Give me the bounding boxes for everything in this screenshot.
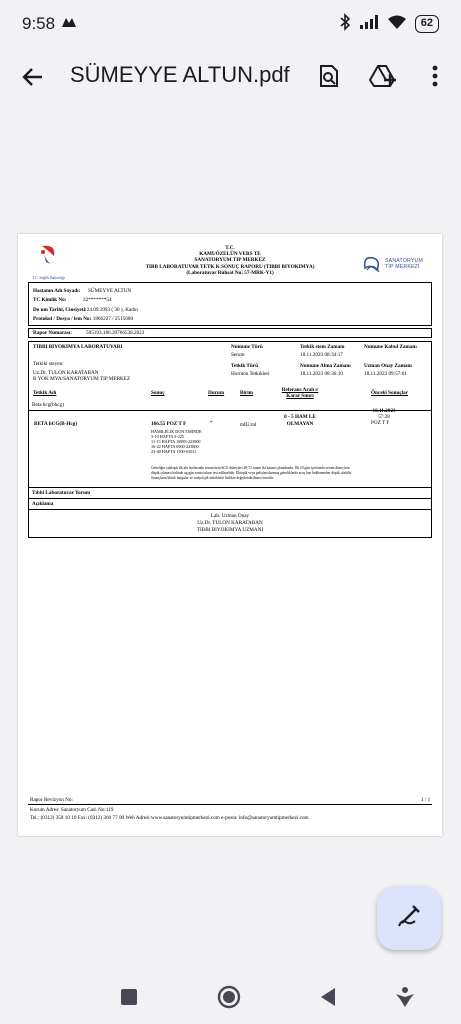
column-result: Sonuç — [151, 390, 165, 396]
section-divider — [28, 498, 432, 499]
hospital-logo-text: SANATORYUM TIP MERKEZİ — [385, 258, 424, 270]
test-type: Hormon Tetkikleri — [231, 371, 270, 377]
approval-line-1: Lab. Uzman Onay — [210, 513, 250, 519]
status-bar: 9:58 62 — [0, 0, 461, 48]
pregnancy-row: 23-40 HAFTA 1500-63011 — [151, 449, 197, 454]
approval-line-2: Uz.Dr. TULON KARATABAN — [197, 520, 263, 526]
protocol-label: Protokol / Dosya / lem No: — [33, 316, 92, 322]
sample-type-label: Numune Türü — [231, 344, 263, 350]
report-number-value: 505193.186.20766538.2023 — [86, 330, 145, 336]
test-type-label: Tetkik Türü — [231, 363, 258, 369]
reference-range-2: OLMAYAN — [286, 421, 314, 427]
status-time: 9:58 — [22, 14, 56, 33]
approval-line-3: TIBBI BIYOKIMYA UZMANI — [196, 527, 264, 533]
accept-time-label: Numune Kabul Zamanı — [364, 344, 417, 350]
column-reference-2: Karar Sınırı — [286, 393, 314, 399]
explanation-label: Açıklama — [32, 501, 54, 507]
pen-icon — [396, 903, 422, 934]
reference-range-1: 0 - 5 HAM LE — [284, 414, 316, 420]
approve-time: 18.11.2023 09:57:01 — [364, 371, 407, 377]
recents-icon[interactable] — [114, 982, 144, 1012]
header-line-5: (Laboratuvar Ruhsat No: 57-MRK-Y1) — [186, 270, 274, 276]
footer-address: Kurum Adres: Sanatoryum Cad. No:119 — [30, 807, 114, 813]
lab-comment-label: Tıbbi Laboratuvar Yorum — [32, 490, 91, 496]
sample-time: 18.11.2023 08:36:10 — [300, 371, 343, 377]
column-status: Durum — [208, 390, 225, 396]
sample-type: Serum — [231, 352, 245, 358]
ministry-logo-text: T.C. Sağlık Bakanlığı — [32, 276, 65, 280]
test-unit: mIU/ml — [240, 422, 257, 428]
wifi-icon — [387, 14, 407, 35]
app-bar: SÜMEYYE ALTUN.pdf — [0, 48, 461, 104]
lab-report: T.C. Sağlık Bakanlığı SANATORYUM TIP MER… — [18, 234, 442, 836]
request-time-label: Tetkik stem Zamanı — [300, 344, 345, 350]
report-number-label: Rapor Numarası: — [33, 330, 72, 336]
dob-value: : 24.09.1993 ( 30 ), Kadın — [84, 307, 138, 313]
back-triangle-icon[interactable] — [313, 982, 343, 1012]
search-document-icon[interactable] — [314, 61, 344, 91]
document-title: SÜMEYYE ALTUN.pdf — [70, 62, 290, 87]
section-divider — [28, 509, 432, 510]
patient-name: SÜMEYYE ALTUN — [88, 288, 132, 294]
column-previous: Önceki Sonuçlar — [371, 390, 409, 396]
section-divider — [28, 487, 432, 488]
footer-contact: Tel.: (0312) 358 10 10 Fax: (0312) 360 7… — [30, 815, 309, 821]
column-test-name: Tetkik Adı — [33, 390, 57, 396]
pdf-page[interactable]: T.C. Sağlık Bakanlığı SANATORYUM TIP MER… — [18, 234, 442, 836]
signal-icon — [359, 14, 379, 35]
tc-value: 32*******54 — [83, 297, 112, 303]
ministry-logo — [34, 244, 64, 277]
test-flag: * — [210, 420, 213, 426]
more-options-icon[interactable] — [420, 61, 450, 91]
battery-icon: 62 — [414, 15, 439, 33]
back-arrow-icon[interactable] — [18, 62, 48, 92]
patient-name-label: Hastanın Adı Soyadı: — [33, 288, 81, 294]
hospital-logo — [361, 254, 383, 279]
header-line-3: SANATORYUM TIP MERKEZ — [194, 257, 266, 263]
home-icon[interactable] — [214, 982, 244, 1012]
test-result: 166.55 POZ T F — [151, 421, 187, 427]
footer-divider — [28, 804, 432, 805]
requester-department: B YOK MYA/SANATORYUM TIP MERKEZ — [33, 376, 131, 382]
column-unit: Birim — [240, 390, 253, 396]
approve-time-label: Uzman Onay Zamanı — [364, 363, 412, 369]
bluetooth-icon — [339, 12, 351, 36]
previous-value: POZ T F — [371, 420, 390, 426]
footer-page-number: 1 / 1 — [421, 797, 431, 803]
request-time: 18.11.2023 08:34:17 — [300, 352, 343, 358]
test-name: BETA hCG(B-Hcg) — [34, 421, 77, 427]
system-nav-bar — [0, 968, 461, 1024]
accessibility-icon[interactable] — [390, 982, 420, 1012]
note-line: Sonuçların klinik bulgular ve radyolojik… — [151, 476, 274, 480]
test-group-name: Beta hcg(bhcg) — [32, 402, 64, 408]
notification-icon — [61, 14, 77, 34]
lab-name: TIBBI BIYOKIMYA LABORATUVARI — [33, 344, 123, 350]
footer-revision: Rapor Revizyon No: — [30, 797, 73, 803]
requester-label: Tetkiki steyen: — [33, 361, 64, 367]
tc-label: TC Kimlik No: — [33, 297, 67, 303]
drive-add-icon[interactable] — [368, 61, 398, 91]
sample-time-label: Numune Alma Zamanı — [300, 363, 351, 369]
edit-annotate-button[interactable] — [377, 886, 441, 950]
protocol-value: : 1866227 / 2515680 — [90, 316, 134, 322]
row-divider — [28, 410, 432, 411]
dob-label: Do um Tarihi, Cinsiyeti: — [33, 307, 87, 313]
